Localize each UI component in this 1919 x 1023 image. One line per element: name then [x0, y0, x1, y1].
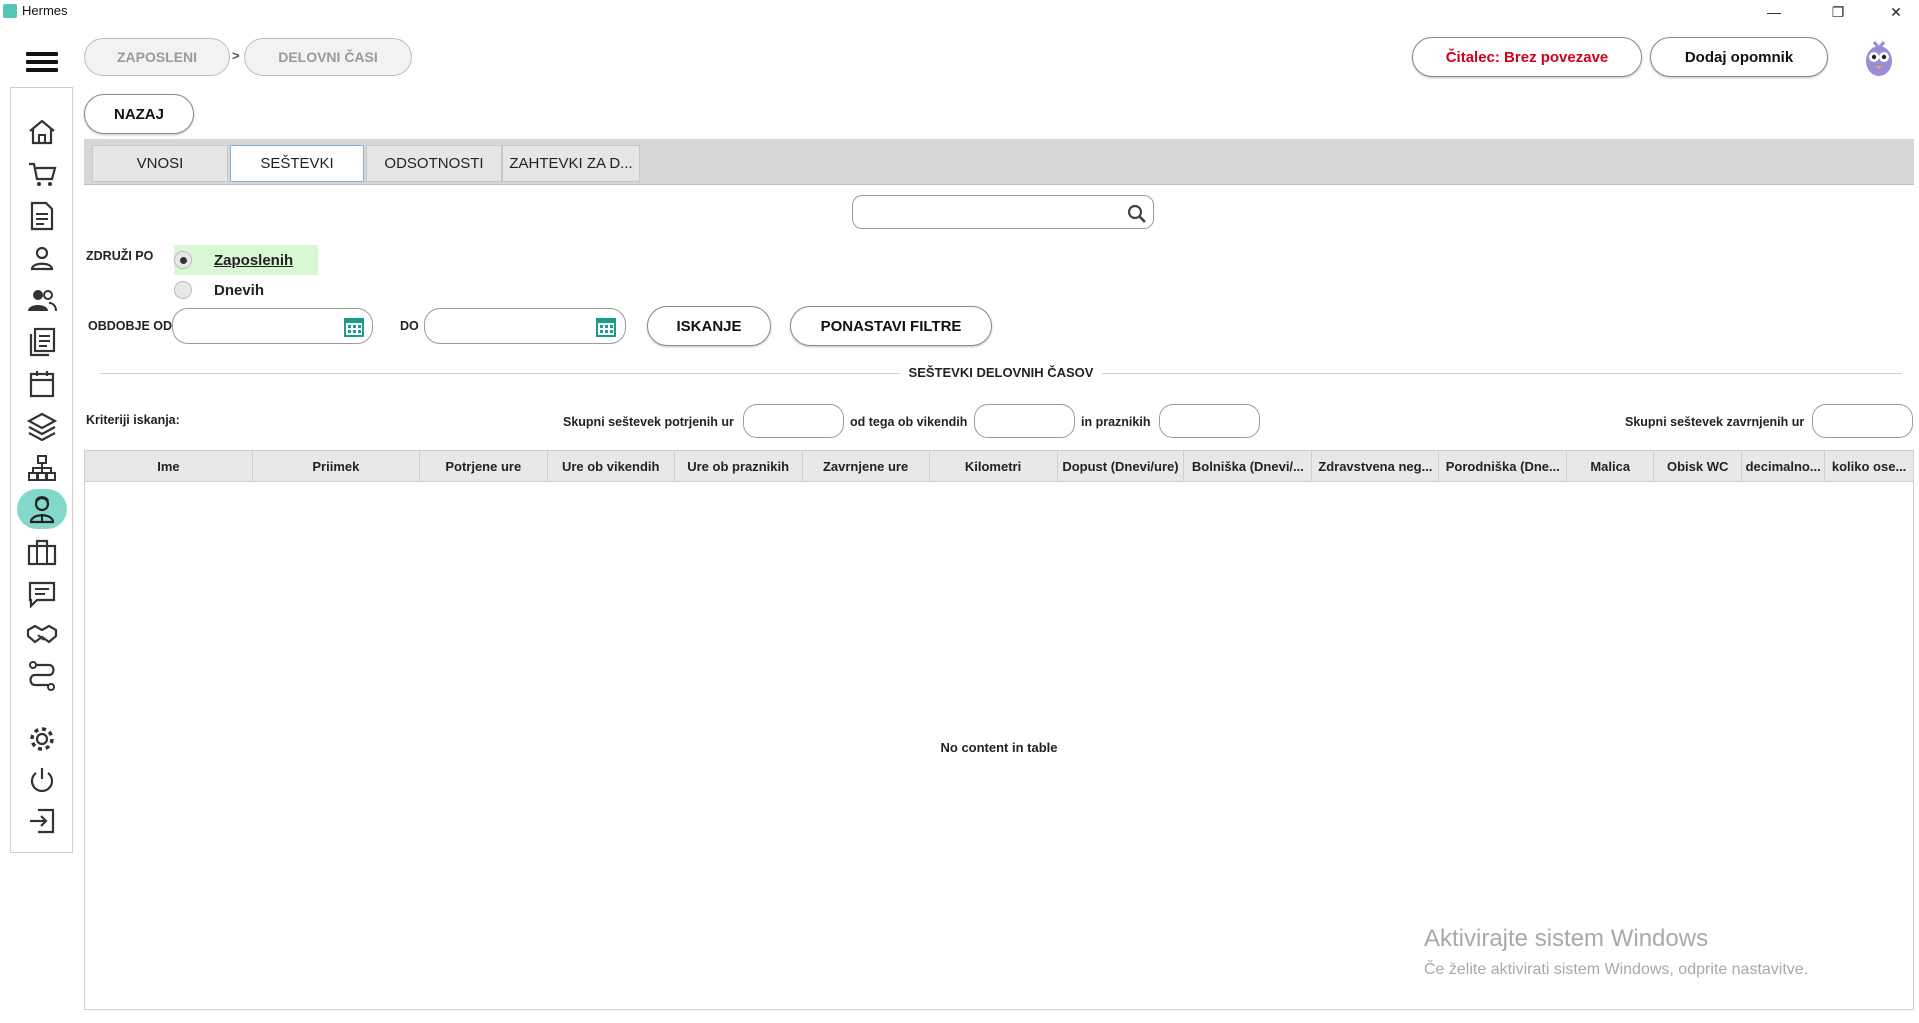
- section-title: SEŠTEVKI DELOVNIH ČASOV: [908, 365, 1094, 380]
- option-days-label[interactable]: Dnevih: [214, 282, 264, 299]
- weekends-label: od tega ob vikendih: [850, 415, 968, 429]
- column-header-name[interactable]: Ime: [85, 451, 253, 481]
- date-from-field[interactable]: [172, 308, 373, 344]
- document-icon[interactable]: [17, 196, 67, 236]
- gear-icon[interactable]: [17, 719, 67, 759]
- windows-activation-text: Če želite aktivirati sistem Windows, odp…: [1424, 961, 1809, 978]
- logout-icon[interactable]: [17, 801, 67, 841]
- title-bar: Hermes — ❐ ✕: [0, 0, 1919, 24]
- column-header-rejected-hours[interactable]: Zavrnjene ure: [803, 451, 930, 481]
- criteria-label: Kriteriji iskanja:: [86, 413, 180, 427]
- divider-right: [1102, 373, 1902, 374]
- search-icon[interactable]: [1127, 204, 1147, 224]
- app-logo-icon: [3, 4, 17, 18]
- date-to-field[interactable]: [424, 308, 626, 344]
- column-header-weekend-hours[interactable]: Ure ob vikendih: [548, 451, 675, 481]
- search-field[interactable]: [852, 195, 1154, 229]
- total-confirmed-label: Skupni seštevek potrjenih ur: [563, 415, 734, 429]
- tab-bar: VNOSI SEŠTEVKI ODSOTNOSTI ZAHTEVKI ZA D.…: [84, 139, 1914, 185]
- window-title: Hermes: [22, 3, 68, 18]
- windows-activation-title: Aktivirajte sistem Windows: [1424, 925, 1709, 952]
- calendar-from-icon[interactable]: [343, 316, 365, 338]
- close-button[interactable]: ✕: [1873, 0, 1919, 24]
- group-by-label: ZDRUŽI PO: [86, 249, 154, 263]
- column-header-wc-visit[interactable]: Obisk WC: [1654, 451, 1743, 481]
- search-input[interactable]: [863, 202, 1117, 224]
- restore-button[interactable]: ❐: [1815, 0, 1861, 24]
- column-header-decimal[interactable]: decimalno...: [1742, 451, 1826, 481]
- column-header-lunch[interactable]: Malica: [1567, 451, 1655, 481]
- holidays-field[interactable]: [1159, 404, 1260, 438]
- period-to-label: DO: [400, 319, 419, 333]
- chat-icon[interactable]: [17, 574, 67, 614]
- power-icon[interactable]: [17, 760, 67, 800]
- column-header-health-care[interactable]: Zdravstvena neg...: [1312, 451, 1440, 481]
- reader-status-button[interactable]: Čitalec: Brez povezave: [1412, 37, 1642, 77]
- radio-days[interactable]: [174, 281, 192, 299]
- total-confirmed-field[interactable]: [743, 404, 844, 438]
- route-icon[interactable]: [17, 656, 67, 696]
- total-rejected-field[interactable]: [1812, 404, 1913, 438]
- handshake-icon[interactable]: [17, 615, 67, 655]
- briefcase-icon[interactable]: [17, 532, 67, 572]
- weekends-field[interactable]: [974, 404, 1075, 438]
- breadcrumb-employees[interactable]: ZAPOSLENI: [84, 38, 230, 76]
- period-from-label: OBDOBJE OD: [88, 319, 173, 333]
- reset-filters-button[interactable]: PONASTAVI FILTRE: [790, 306, 992, 346]
- calendar-to-icon[interactable]: [595, 316, 617, 338]
- column-header-vacation[interactable]: Dopust (Dnevi/ure): [1058, 451, 1185, 481]
- search-button[interactable]: ISKANJE: [647, 306, 771, 346]
- minimize-button[interactable]: —: [1751, 0, 1797, 24]
- breadcrumb-separator: >: [232, 48, 240, 63]
- person-icon[interactable]: [17, 238, 67, 278]
- holidays-label: in praznikih: [1081, 415, 1151, 429]
- divider-left: [100, 373, 900, 374]
- column-header-maternity[interactable]: Porodniška (Dne...: [1439, 451, 1568, 481]
- radio-employees[interactable]: [174, 251, 192, 269]
- tab-totals[interactable]: SEŠTEVKI: [230, 145, 364, 182]
- option-employees-label[interactable]: Zaposlenih: [214, 252, 293, 269]
- column-header-kilometers[interactable]: Kilometri: [930, 451, 1058, 481]
- layers-icon[interactable]: [17, 406, 67, 446]
- tab-entries[interactable]: VNOSI: [92, 145, 228, 182]
- column-header-how-many[interactable]: koliko ose...: [1825, 451, 1913, 481]
- column-header-holiday-hours[interactable]: Ure ob praznikih: [675, 451, 803, 481]
- sidebar: [10, 87, 73, 853]
- table-empty-message: No content in table: [940, 740, 1058, 755]
- add-reminder-button[interactable]: Dodaj opomnik: [1650, 37, 1828, 77]
- employee-icon[interactable]: [17, 489, 67, 529]
- table-header: Ime Priimek Potrjene ure Ure ob vikendih…: [85, 451, 1913, 482]
- tab-requests[interactable]: ZAHTEVKI ZA D...: [502, 145, 640, 182]
- mascot-avatar-icon[interactable]: [1862, 36, 1896, 78]
- menu-icon[interactable]: [26, 50, 58, 74]
- org-chart-icon[interactable]: [17, 448, 67, 488]
- total-rejected-label: Skupni seštevek zavrnjenih ur: [1625, 415, 1805, 429]
- breadcrumb-working-hours[interactable]: DELOVNI ČASI: [244, 38, 412, 76]
- home-icon[interactable]: [17, 112, 67, 152]
- column-header-confirmed-hours[interactable]: Potrjene ure: [420, 451, 548, 481]
- documents-icon[interactable]: [17, 322, 67, 362]
- cart-icon[interactable]: [17, 154, 67, 194]
- back-button[interactable]: NAZAJ: [84, 94, 194, 134]
- column-header-surname[interactable]: Priimek: [253, 451, 420, 481]
- tab-absences[interactable]: ODSOTNOSTI: [366, 145, 502, 182]
- calendar-icon[interactable]: [17, 364, 67, 404]
- column-header-sick-leave[interactable]: Bolniška (Dnevi/...: [1184, 451, 1313, 481]
- people-icon[interactable]: [17, 280, 67, 320]
